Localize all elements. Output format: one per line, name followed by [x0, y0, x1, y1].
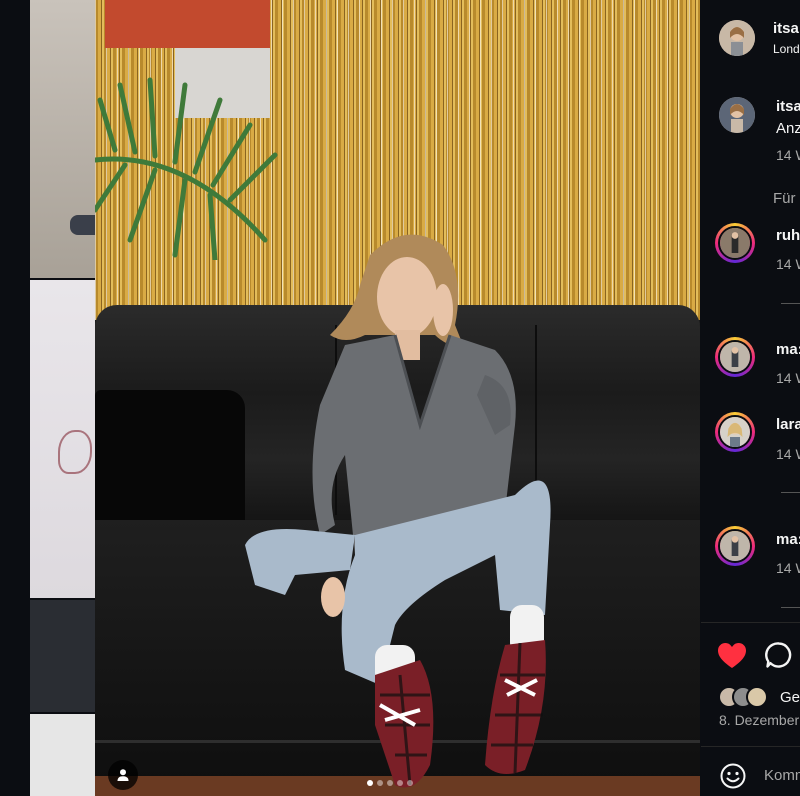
adjacent-post-image[interactable] — [30, 714, 95, 796]
adjacent-post-image[interactable] — [30, 600, 95, 712]
caption-username[interactable]: itsa — [776, 98, 800, 115]
panel-divider — [701, 622, 800, 623]
author-username[interactable]: itsa — [773, 20, 799, 37]
person-icon — [117, 769, 129, 781]
post-info-panel: itsa Lond itsa Anz 14 W Für ruh 14 W ma:… — [701, 0, 800, 796]
comment-time: 14 W — [776, 446, 800, 462]
panel-divider — [701, 746, 800, 747]
carousel-dot — [407, 780, 413, 786]
carousel-indicator — [367, 780, 413, 786]
emoji-button[interactable] — [718, 761, 748, 791]
section-label: Für — [773, 190, 796, 207]
comment-username[interactable]: ruh — [776, 227, 800, 244]
comment-time: 14 W — [776, 560, 800, 576]
comment-avatar[interactable] — [715, 412, 755, 452]
comment-username[interactable]: ma: — [776, 341, 800, 358]
adjacent-post-image[interactable] — [30, 0, 95, 278]
liked-by-avatars[interactable] — [718, 686, 778, 708]
comment-button[interactable] — [763, 640, 795, 670]
carousel-dot — [377, 780, 383, 786]
author-avatar[interactable] — [719, 20, 755, 56]
adjacent-post-image[interactable] — [30, 280, 95, 598]
caption-author-avatar[interactable] — [719, 97, 755, 133]
post-photo[interactable] — [95, 0, 700, 796]
smiley-icon — [720, 763, 746, 789]
caption-text: Anz — [776, 120, 800, 137]
comment-avatar[interactable] — [715, 223, 755, 263]
caption-time: 14 W — [776, 147, 800, 163]
liked-by-text[interactable]: Ge — [780, 689, 800, 706]
person-figure — [245, 234, 551, 788]
comment-avatar[interactable] — [715, 526, 755, 566]
comment-time: 14 W — [776, 256, 800, 272]
avatar — [746, 686, 768, 708]
carousel-dot — [387, 780, 393, 786]
carousel-dot — [397, 780, 403, 786]
comment-username[interactable]: lara — [776, 416, 800, 433]
post-location[interactable]: Lond — [773, 42, 800, 56]
replies-divider[interactable] — [781, 492, 800, 493]
heart-icon — [718, 642, 746, 668]
carousel-dot — [367, 780, 373, 786]
like-button[interactable] — [716, 640, 748, 670]
comment-avatar[interactable] — [715, 337, 755, 377]
tagged-users-button[interactable] — [108, 760, 138, 790]
post-date: 8. Dezember — [719, 712, 800, 728]
comment-username[interactable]: ma: — [776, 531, 800, 548]
replies-divider[interactable] — [781, 303, 800, 304]
comment-input[interactable]: Komm — [764, 767, 800, 784]
replies-divider[interactable] — [781, 607, 800, 608]
comment-time: 14 W — [776, 370, 800, 386]
adjacent-post-strip — [30, 0, 95, 796]
speech-bubble-icon — [765, 642, 792, 668]
